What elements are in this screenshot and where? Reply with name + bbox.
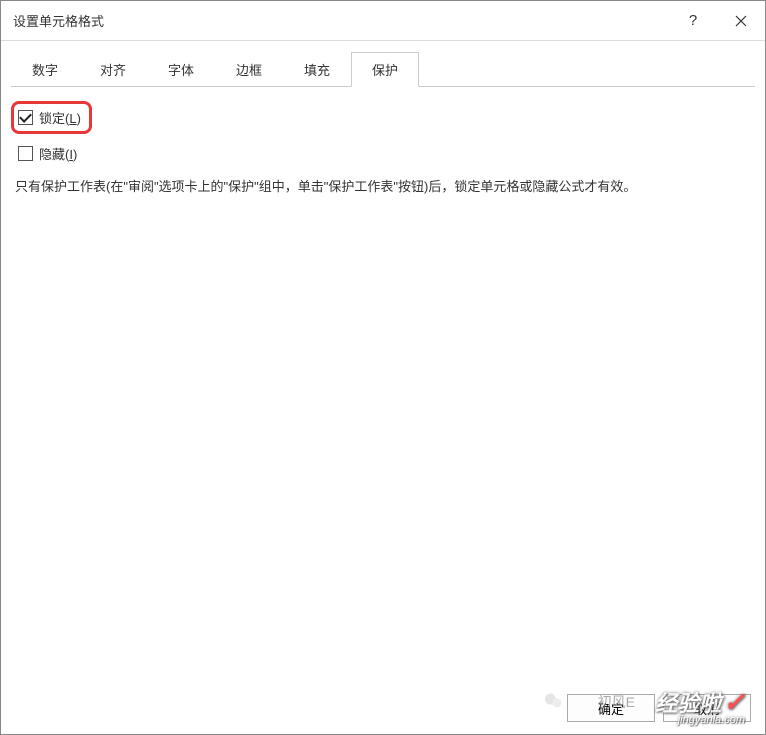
help-button[interactable]: ? — [669, 1, 717, 40]
dialog-footer: 确定 取消 — [567, 694, 751, 722]
protection-description: 只有保护工作表(在"审阅"选项卡上的"保护"组中，单击"保护工作表"按钮)后，锁… — [15, 177, 751, 198]
watermark-extra: 初风E — [598, 692, 635, 712]
hidden-checkbox[interactable] — [18, 146, 33, 161]
hidden-label: 隐藏(I) — [39, 144, 77, 163]
tab-fill[interactable]: 填充 — [283, 52, 351, 87]
close-icon — [735, 15, 747, 27]
tab-number[interactable]: 数字 — [11, 52, 79, 87]
dialog-title: 设置单元格格式 — [13, 11, 669, 30]
tab-border[interactable]: 边框 — [215, 52, 283, 87]
tab-protection[interactable]: 保护 — [351, 52, 419, 87]
tab-alignment[interactable]: 对齐 — [79, 52, 147, 87]
close-button[interactable] — [717, 1, 765, 40]
tabs-container: 数字 对齐 字体 边框 填充 保护 — [1, 41, 765, 87]
cancel-button[interactable]: 取消 — [663, 694, 751, 722]
tab-font[interactable]: 字体 — [147, 52, 215, 87]
locked-checkbox[interactable] — [18, 110, 33, 125]
locked-checkbox-row[interactable]: 锁定(L) — [11, 101, 92, 134]
tab-content: 锁定(L) 隐藏(I) 只有保护工作表(在"审阅"选项卡上的"保护"组中，单击"… — [1, 87, 765, 198]
hidden-checkbox-row[interactable]: 隐藏(I) — [14, 140, 751, 167]
title-bar: 设置单元格格式 ? — [1, 1, 765, 41]
title-buttons: ? — [669, 1, 765, 40]
tabs: 数字 对齐 字体 边框 填充 保护 — [11, 51, 755, 87]
wechat-icon — [543, 690, 565, 712]
locked-label: 锁定(L) — [39, 108, 81, 127]
